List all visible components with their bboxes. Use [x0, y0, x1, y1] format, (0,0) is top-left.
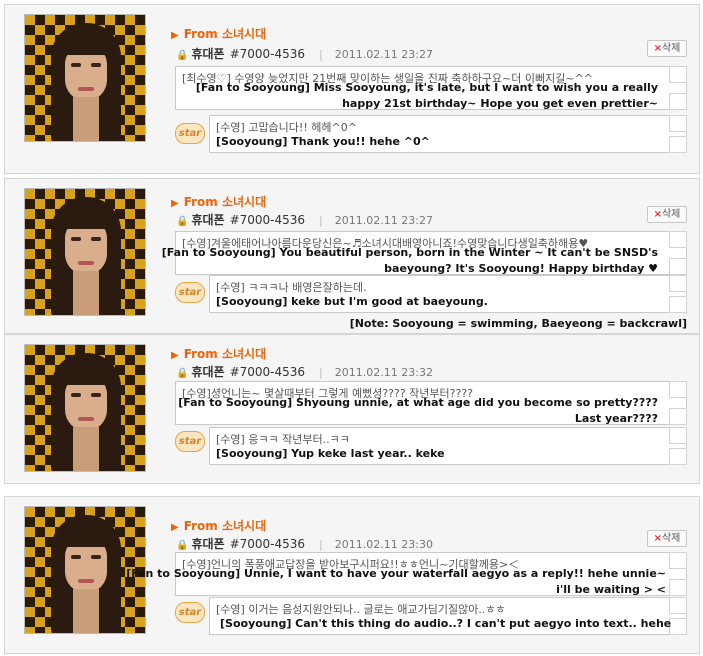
delete-button[interactable]: ×삭제	[647, 206, 687, 223]
delete-button[interactable]: ×삭제	[647, 40, 687, 57]
reply-korean: [수영] 고맙습니다!! 헤헤^0^	[216, 121, 357, 134]
reply-english: [Sooyoung] keke but I'm good at baeyoung…	[216, 295, 488, 308]
message-meta: 🔒 휴대폰 #7000-4536 | 2011.02.11 23:30	[176, 537, 433, 551]
phone-number: #7000-4536	[229, 365, 306, 379]
message-card: ▶ From 소녀시대 🔒 휴대폰 #7000-4536 | 2011.02.11 23:…	[4, 178, 700, 334]
reply-box: [수영] 응ㅋㅋ 작년부터..ㅋㅋ [Sooyoung] Yup keke la…	[209, 427, 687, 465]
sender-label: ▶ From 소녀시대	[171, 27, 267, 41]
fan-message-box: [수영]셩언니는~ 몇살때부터 그렇게 예뻤셩???? 작년부터???? [Fa…	[175, 381, 687, 425]
avatar-photo	[24, 188, 146, 316]
lock-icon: 🔒	[176, 368, 189, 379]
lock-icon: 🔒	[176, 216, 189, 227]
fan-message-english: [Fan to Sooyoung] You beautiful person, …	[161, 246, 658, 275]
delete-button[interactable]: ×삭제	[647, 530, 687, 547]
arrow-icon: ▶	[171, 350, 179, 361]
timestamp: 2011.02.11 23:30	[334, 538, 433, 551]
phone-number: #7000-4536	[229, 537, 306, 551]
device-label: 휴대폰	[191, 47, 225, 61]
reply-korean: [수영] ㅋㅋㅋ나 배영은잘하는데.	[216, 281, 367, 294]
sender-label: ▶ From 소녀시대	[171, 195, 267, 209]
message-meta: 🔒 휴대폰 #7000-4536 | 2011.02.11 23:27	[176, 47, 433, 61]
message-meta: 🔒 휴대폰 #7000-4536 | 2011.02.11 23:32	[176, 365, 433, 379]
star-icon: star	[175, 431, 205, 452]
star-icon: star	[175, 282, 205, 303]
message-card: ▶ From 소녀시대 🔒 휴대폰 #7000-4536 | 2011.02.11 23:…	[4, 496, 700, 654]
message-meta: 🔒 휴대폰 #7000-4536 | 2011.02.11 23:27	[176, 213, 433, 227]
star-icon: star	[175, 602, 205, 623]
fan-message-box: [수영]겨울에태어나아름다운당신은~♬소녀시대배영아니죠!수영맞습니다생일축하해…	[162, 231, 687, 275]
arrow-icon: ▶	[171, 198, 179, 209]
close-icon: ×	[653, 533, 662, 544]
timestamp: 2011.02.11 23:27	[334, 48, 433, 61]
reply-english: [Sooyoung] Thank you!! hehe ^0^	[216, 135, 430, 148]
timestamp: 2011.02.11 23:27	[334, 214, 433, 227]
timestamp: 2011.02.11 23:32	[334, 366, 433, 379]
device-label: 휴대폰	[191, 537, 225, 551]
device-label: 휴대폰	[191, 213, 225, 227]
sender-label: ▶ From 소녀시대	[171, 519, 267, 533]
device-label: 휴대폰	[191, 365, 225, 379]
phone-number: #7000-4536	[229, 47, 306, 61]
close-icon: ×	[653, 209, 662, 220]
fan-message-english: [Fan to Sooyoung] Unnie, I want to have …	[126, 567, 666, 596]
close-icon: ×	[653, 43, 662, 54]
reply-box: [수영] 고맙습니다!! 헤헤^0^ [Sooyoung] Thank you!…	[209, 115, 687, 153]
avatar-photo	[24, 14, 146, 142]
star-icon: star	[175, 123, 205, 144]
lock-icon: 🔒	[176, 540, 189, 551]
fan-message-english: [Fan to Sooyoung] Shyoung unnie, at what…	[178, 396, 658, 425]
phone-number: #7000-4536	[229, 213, 306, 227]
fan-message-english: [Fan to Sooyoung] Miss Sooyoung, it's la…	[195, 81, 658, 110]
fan-message-box: [수영]언니의 폭풍애교답장을 받아보구시퍼요!!ㅎㅎ언니~기대할께용>＜ [F…	[126, 552, 687, 596]
arrow-icon: ▶	[171, 522, 179, 533]
translator-note: [Note: Sooyoung = swimming, Baeyeong = b…	[349, 317, 687, 330]
reply-box: [수영] ㅋㅋㅋ나 배영은잘하는데. [Sooyoung] keke but I…	[209, 275, 687, 313]
message-card: ▶ From 소녀시대 🔒 휴대폰 #7000-4536 | 2011.02.11 23:…	[4, 334, 700, 484]
reply-korean: [수영] 응ㅋㅋ 작년부터..ㅋㅋ	[216, 433, 350, 446]
reply-korean: [수영] 이거는 음성지원안되나.. 글로는 애교가딤기질않아..ㅎㅎ	[216, 603, 506, 616]
sender-label: ▶ From 소녀시대	[171, 347, 267, 361]
fan-message-box: [최수영♡] 수영양 늦었지만 21번째 맞이하는 생일을 진짜 축하하구요~더…	[175, 66, 687, 110]
arrow-icon: ▶	[171, 30, 179, 41]
lock-icon: 🔒	[176, 50, 189, 61]
reply-box: [수영] 이거는 음성지원안되나.. 글로는 애교가딤기질않아..ㅎㅎ [Soo…	[209, 597, 687, 635]
reply-english: [Sooyoung] Yup keke last year.. keke	[216, 447, 445, 460]
message-card: ▶ From 소녀시대 🔒 휴대폰 #7000-4536 | 2011.02.11 23:…	[4, 4, 700, 174]
reply-english: [Sooyoung] Can't this thing do audio..? …	[220, 617, 672, 630]
avatar-photo	[24, 344, 146, 472]
